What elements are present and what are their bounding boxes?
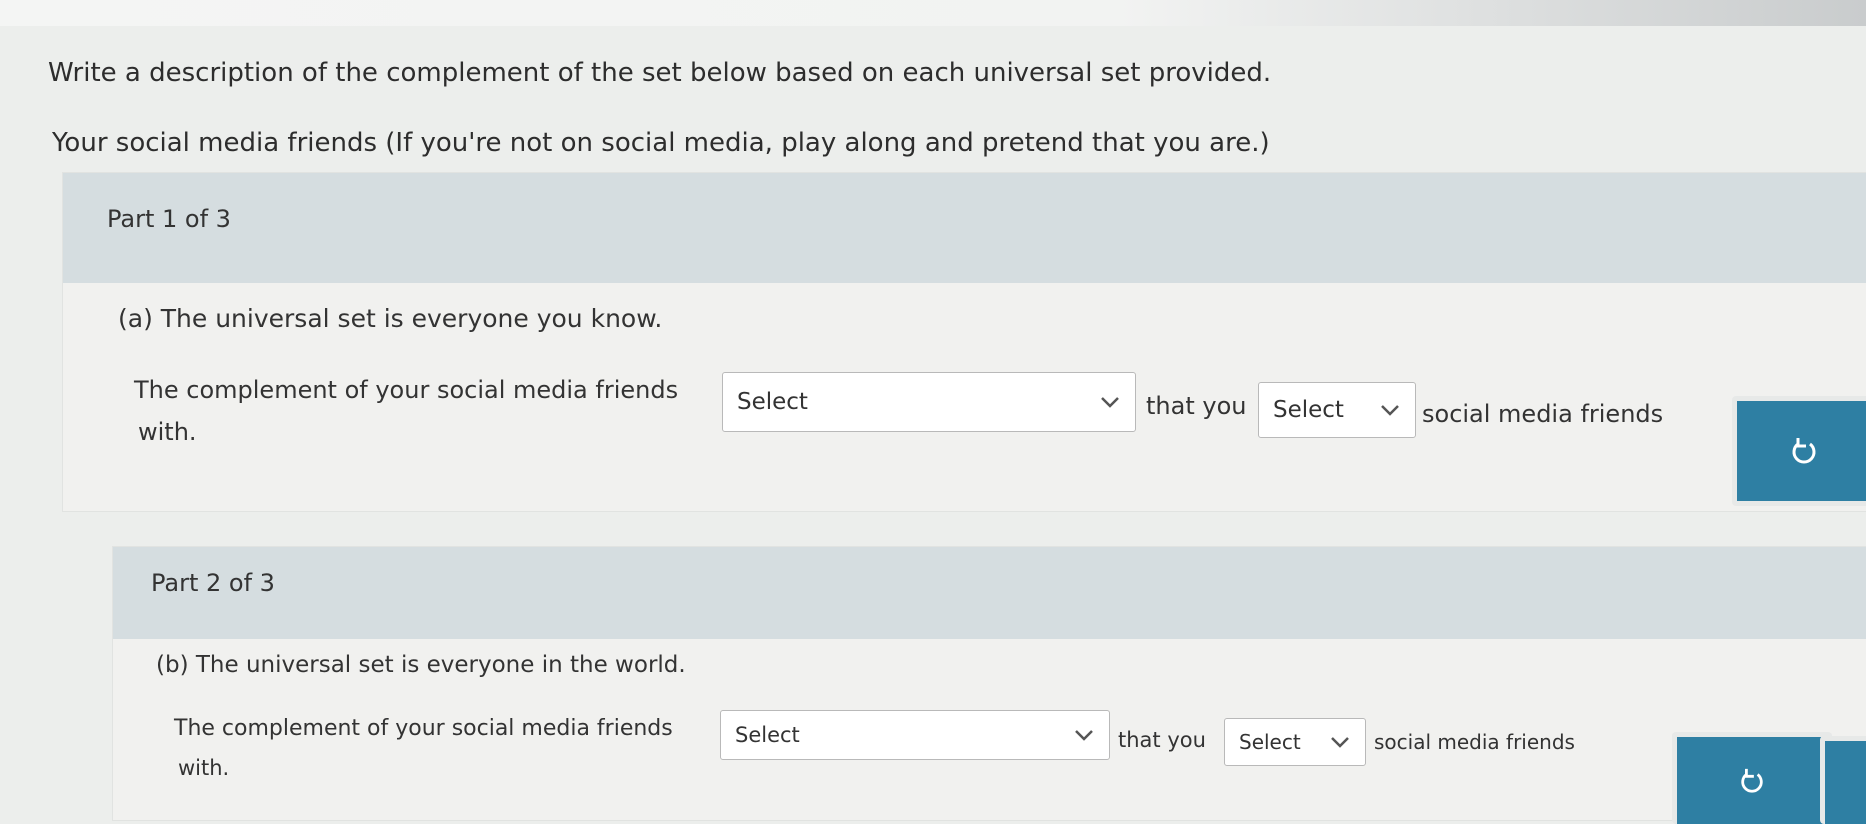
set-description: Your social media friends (If you're not… <box>52 128 1270 158</box>
part-2-continuation: with. <box>178 756 230 780</box>
chevron-down-icon <box>1381 405 1399 416</box>
part-1-reset-button[interactable] <box>1732 396 1866 506</box>
part-1-continuation: with. <box>138 418 197 446</box>
part-2-select-1-value: Select <box>735 723 800 747</box>
part-2-header: Part 2 of 3 <box>113 547 1866 639</box>
part-1-title: Part 1 of 3 <box>107 205 231 233</box>
part-1-panel: Part 1 of 3 <box>62 172 1866 512</box>
reset-icon <box>1792 438 1816 464</box>
chevron-down-icon <box>1075 730 1093 741</box>
part-1-sentence-start: The complement of your social media frie… <box>134 376 679 404</box>
part-2-subtitle: (b) The universal set is everyone in the… <box>156 652 686 678</box>
reset-icon <box>1741 768 1763 793</box>
part-1-sentence-end: social media friends <box>1422 400 1664 428</box>
instruction-text: Write a description of the complement of… <box>48 58 1272 88</box>
part-1-middle-text: that you <box>1146 392 1247 420</box>
part-1-select-2[interactable]: Select <box>1258 382 1416 438</box>
part-2-panel: Part 2 of 3 <box>112 546 1866 821</box>
part-2-select-2-value: Select <box>1239 730 1301 754</box>
part-2-title: Part 2 of 3 <box>151 569 275 597</box>
part-1-select-1[interactable]: Select <box>722 372 1136 432</box>
top-bar <box>0 0 1866 26</box>
part-2-sentence-end: social media friends <box>1374 730 1575 754</box>
part-2-sentence-start: The complement of your social media frie… <box>174 716 673 741</box>
part-1-subtitle: (a) The universal set is everyone you kn… <box>118 304 663 333</box>
part-1-header: Part 1 of 3 <box>63 173 1866 283</box>
part-2-check-button[interactable] <box>1820 736 1866 824</box>
part-2-middle-text: that you <box>1118 728 1206 752</box>
part-2-select-2[interactable]: Select <box>1224 718 1366 766</box>
part-1-select-2-value: Select <box>1273 397 1344 423</box>
part-1-select-1-value: Select <box>737 389 808 415</box>
part-2-reset-button[interactable] <box>1672 732 1832 824</box>
part-2-select-1[interactable]: Select <box>720 710 1110 760</box>
chevron-down-icon <box>1101 397 1119 408</box>
chevron-down-icon <box>1331 737 1349 748</box>
